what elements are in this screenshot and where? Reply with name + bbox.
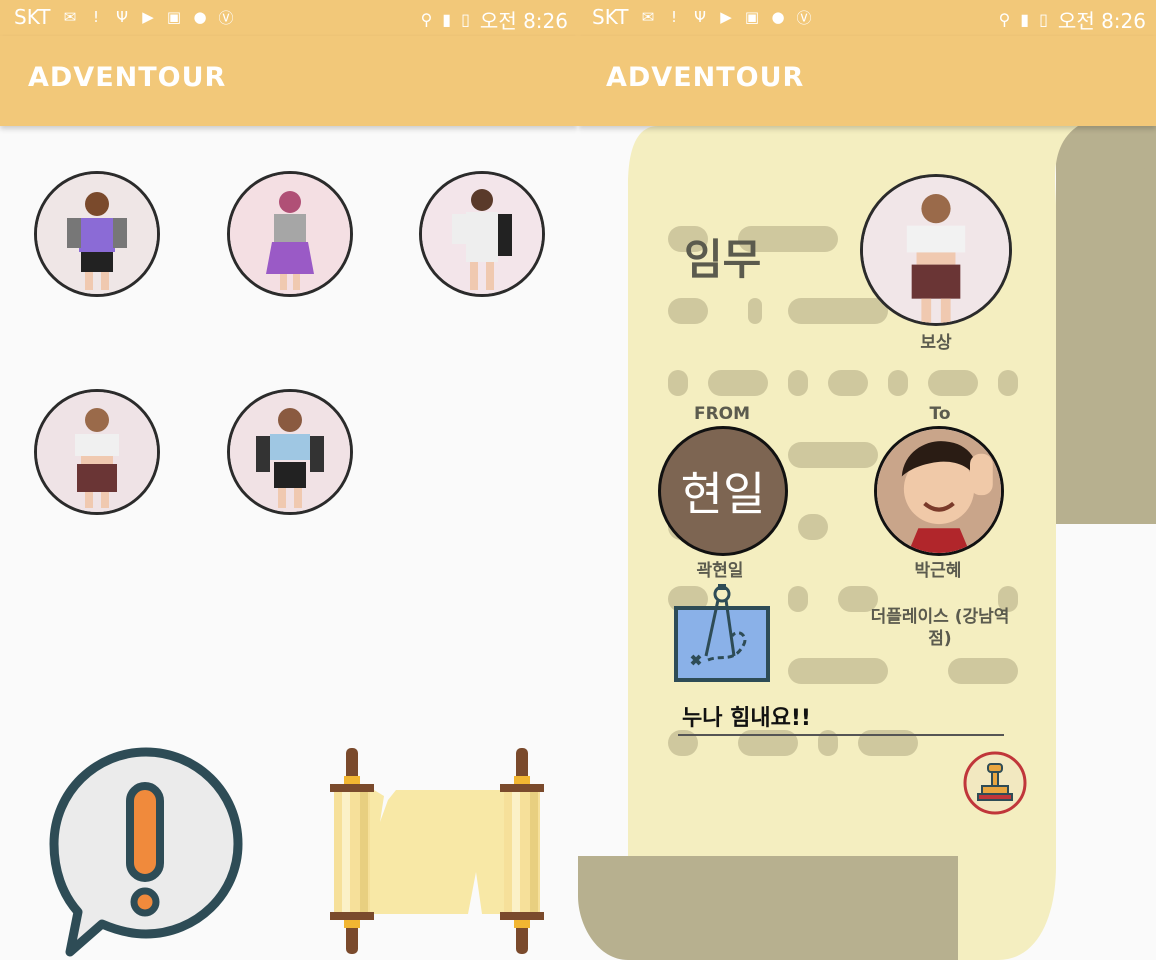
profile-avatar-4[interactable] <box>34 389 160 515</box>
scroll-icon[interactable] <box>326 742 544 960</box>
mission-title: 임무 <box>684 235 762 284</box>
v-icon: Ⓥ <box>218 8 234 27</box>
image-icon: ▣ <box>166 8 182 26</box>
from-label: FROM <box>693 404 751 424</box>
talk-icon: ● <box>771 8 785 26</box>
usb-icon: Ψ <box>694 8 706 26</box>
status-bar: SKT ✉ ! Ψ ▶ ▣ ● Ⓥ ⚲ ▮ ▯ 오전 8:26 <box>0 0 578 36</box>
message-icon: ✉ <box>63 8 77 26</box>
status-icons: ✉ ! Ψ ▶ ▣ ● Ⓥ <box>638 7 814 27</box>
to-name: 박근혜 <box>914 561 962 581</box>
message-icon: ✉ <box>641 8 655 26</box>
alert-icon: ! <box>670 8 677 26</box>
image-icon: ▣ <box>744 8 760 26</box>
reward-avatar[interactable] <box>860 174 1012 326</box>
talk-icon: ● <box>193 8 207 26</box>
from-avatar[interactable]: 현일 <box>658 426 788 556</box>
video-icon: ▶ <box>142 8 154 26</box>
app-bar: ADVENTOUR <box>0 36 578 126</box>
signal-icon: ▮ <box>1020 10 1030 29</box>
carrier-label: SKT <box>14 5 51 29</box>
treasure-map-icon <box>672 584 772 684</box>
stamp-icon[interactable] <box>962 750 1028 816</box>
from-avatar-text: 현일 <box>680 467 766 521</box>
location-icon: ⚲ <box>998 10 1011 29</box>
message-text: 누나 힘내요!! <box>682 706 811 731</box>
reward-label: 보상 <box>920 333 952 353</box>
location-icon: ⚲ <box>420 10 433 29</box>
status-time: 오전 8:26 <box>1057 9 1146 33</box>
usb-icon: Ψ <box>116 8 128 26</box>
signal-icon: ▮ <box>442 10 452 29</box>
status-bar: SKT ✉ ! Ψ ▶ ▣ ● Ⓥ ⚲ ▮ ▯ 오전 8:26 <box>578 0 1156 36</box>
app-title: ADVENTOUR <box>28 62 227 93</box>
status-time: 오전 8:26 <box>479 9 568 33</box>
alert-icon: ! <box>92 8 99 26</box>
to-label: To <box>929 404 951 424</box>
carrier-label: SKT <box>592 5 629 29</box>
app-title: ADVENTOUR <box>606 62 805 93</box>
app-bar: ADVENTOUR <box>578 36 1156 126</box>
profile-avatar-1[interactable] <box>34 171 160 297</box>
profile-avatar-3[interactable] <box>419 171 545 297</box>
status-icons: ✉ ! Ψ ▶ ▣ ● Ⓥ <box>60 7 236 27</box>
profile-avatar-5[interactable] <box>227 389 353 515</box>
left-screen: SKT ✉ ! Ψ ▶ ▣ ● Ⓥ ⚲ ▮ ▯ 오전 8:26 ADVENTOU… <box>0 0 578 960</box>
v-icon: Ⓥ <box>796 8 812 27</box>
exclamation-bubble-icon[interactable] <box>44 744 248 960</box>
status-right: ⚲ ▮ ▯ 오전 8:26 <box>421 5 568 34</box>
right-screen: SKT ✉ ! Ψ ▶ ▣ ● Ⓥ ⚲ ▮ ▯ 오전 8:26 ADVENTOU… <box>578 0 1156 960</box>
video-icon: ▶ <box>720 8 732 26</box>
place-label: 더플레이스 (강남역점) <box>870 607 1010 649</box>
battery-icon: ▯ <box>1039 10 1048 29</box>
battery-icon: ▯ <box>461 10 470 29</box>
profile-avatar-2[interactable] <box>227 171 353 297</box>
to-avatar[interactable] <box>874 426 1004 556</box>
from-name: 곽현일 <box>696 561 744 581</box>
status-right: ⚲ ▮ ▯ 오전 8:26 <box>999 5 1146 34</box>
